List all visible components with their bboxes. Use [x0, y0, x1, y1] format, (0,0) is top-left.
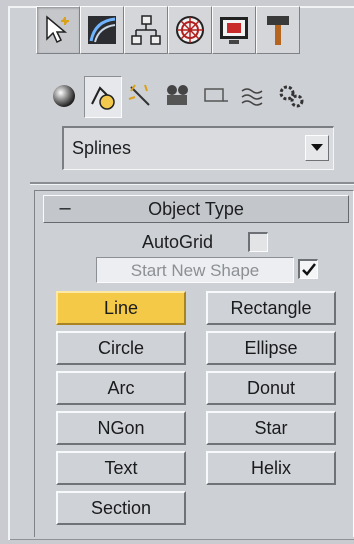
tab-display[interactable]: [212, 6, 256, 54]
helpers-icon: [204, 88, 228, 102]
category-systems[interactable]: [272, 76, 308, 116]
modify-curve-icon: [88, 16, 116, 44]
lights-icon: [128, 84, 150, 106]
ngon-button[interactable]: NGon: [56, 411, 186, 445]
text-button[interactable]: Text: [56, 451, 186, 485]
tab-modify[interactable]: [80, 6, 124, 54]
category-geometry[interactable]: [46, 76, 82, 116]
tab-utilities[interactable]: [256, 6, 300, 54]
category-space-warps[interactable]: [236, 76, 272, 116]
rollout-title: Object Type: [148, 199, 244, 219]
helix-button[interactable]: Helix: [206, 451, 336, 485]
panel-divider: [30, 182, 354, 185]
star-button[interactable]: Star: [206, 411, 336, 445]
category-lights[interactable]: [122, 76, 158, 116]
create-category-icons: [46, 68, 354, 124]
display-monitor-icon: [220, 17, 248, 44]
checkmark-icon: [301, 262, 316, 276]
object-type-rollout-header[interactable]: – Object Type: [43, 195, 349, 223]
motion-wheel-icon: [176, 16, 204, 44]
rectangle-button[interactable]: Rectangle: [206, 291, 336, 325]
tab-create[interactable]: [36, 6, 80, 54]
category-shapes[interactable]: [84, 76, 122, 118]
command-panel-tabs: [36, 6, 354, 56]
circle-button[interactable]: Circle: [56, 331, 186, 365]
geometry-sphere-icon: [53, 85, 75, 107]
category-dropdown-value: Splines: [72, 138, 132, 158]
section-button[interactable]: Section: [56, 491, 186, 525]
line-button[interactable]: Line: [56, 291, 186, 325]
hierarchy-icon: [131, 15, 161, 45]
create-arrow-icon: [46, 15, 69, 44]
category-helpers[interactable]: [198, 76, 234, 116]
category-cameras[interactable]: [160, 76, 196, 116]
space-warps-icon: [241, 88, 263, 106]
category-dropdown[interactable]: Splines: [62, 126, 334, 170]
autogrid-label: AutoGrid: [142, 232, 214, 252]
arc-button[interactable]: Arc: [56, 371, 186, 405]
systems-gear-icon: [279, 85, 304, 108]
tab-motion[interactable]: [168, 6, 212, 54]
tab-hierarchy[interactable]: [124, 6, 168, 54]
chevron-down-icon: [311, 144, 323, 151]
dropdown-arrow-button[interactable]: [305, 135, 329, 161]
utilities-hammer-icon: [267, 16, 289, 45]
autogrid-checkbox[interactable]: [248, 232, 268, 252]
shapes-icon: [91, 86, 115, 110]
cameras-icon: [167, 85, 188, 105]
ellipse-button[interactable]: Ellipse: [206, 331, 336, 365]
start-new-shape-button[interactable]: Start New Shape: [96, 257, 294, 283]
start-new-shape-checkbox[interactable]: [298, 259, 318, 279]
donut-button[interactable]: Donut: [206, 371, 336, 405]
